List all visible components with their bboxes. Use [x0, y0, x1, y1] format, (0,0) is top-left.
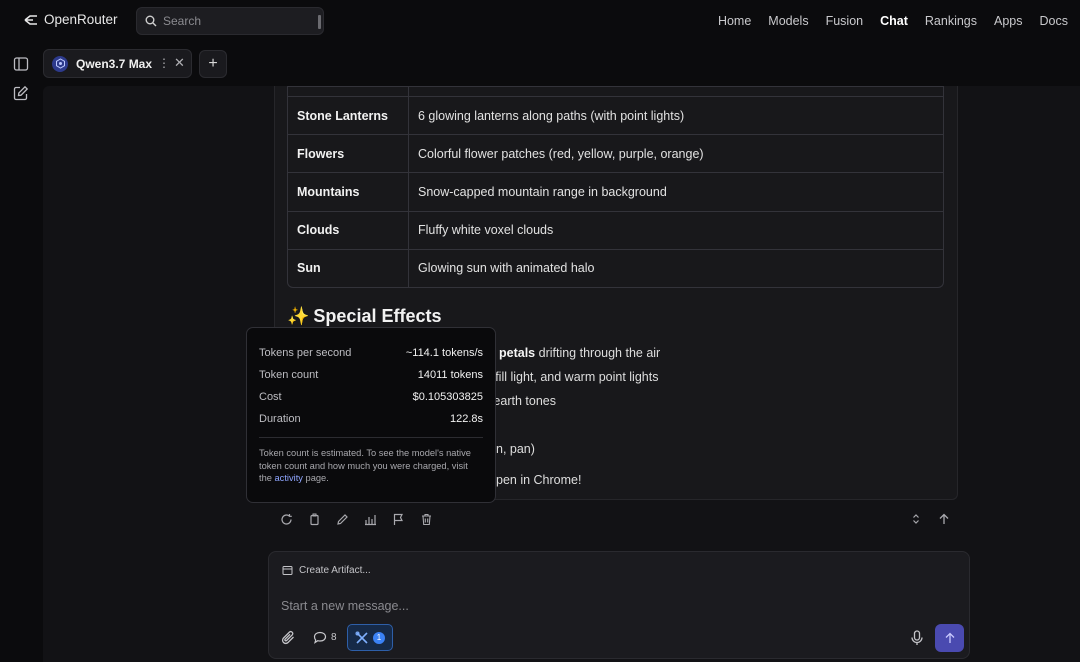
table-value: 6 glowing lanterns along paths (with poi… — [409, 96, 943, 134]
effect-line: n, pan) — [496, 442, 535, 456]
create-artifact-button[interactable]: Create Artifact... — [282, 565, 371, 576]
effect-bold: petals — [499, 346, 536, 360]
generation-stats-tooltip: Tokens per second ~114.1 tokens/s Token c… — [246, 327, 496, 503]
message-actions — [278, 511, 434, 527]
openrouter-logo-icon — [24, 14, 37, 25]
close-tab-icon[interactable]: ✕ — [174, 55, 185, 71]
feature-table: Stone Lanterns 6 glowing lanterns along p… — [287, 86, 944, 288]
new-chat-icon[interactable] — [13, 85, 29, 101]
section-heading: ✨ Special Effects — [287, 306, 441, 327]
tab-model[interactable]: Qwen3.7 Max ⋮ ✕ — [43, 49, 192, 78]
send-button[interactable] — [935, 624, 964, 652]
artifact-icon — [282, 566, 293, 575]
table-value: Snow-capped mountain range in background — [409, 172, 943, 210]
main-nav: Home Models Fusion Chat Rankings Apps Do… — [718, 0, 1068, 42]
nav-chat[interactable]: Chat — [880, 14, 908, 28]
table-row: Clouds Fluffy white voxel clouds — [288, 210, 943, 249]
table-key: Stone Lanterns — [288, 96, 409, 135]
table-row — [288, 86, 943, 96]
table-key: Flowers — [288, 134, 409, 173]
message-input[interactable] — [281, 596, 881, 616]
expand-collapse-icon[interactable] — [908, 511, 924, 527]
flag-icon[interactable] — [390, 511, 406, 527]
top-bar: OpenRouter Home Models Fusion Chat Ranki… — [0, 0, 1080, 42]
table-row: Mountains Snow-capped mountain range in b… — [288, 172, 943, 211]
activity-link[interactable]: activity — [275, 473, 303, 483]
stat-row: Cost $0.105303825 — [259, 391, 483, 403]
table-row: Sun Glowing sun with animated halo — [288, 248, 943, 287]
tools-button[interactable]: 1 — [347, 624, 393, 651]
nav-rankings[interactable]: Rankings — [925, 14, 977, 28]
microphone-icon[interactable] — [910, 630, 924, 646]
tools-icon — [355, 631, 368, 644]
copy-icon[interactable] — [306, 511, 322, 527]
table-key: Clouds — [288, 210, 409, 249]
edit-icon[interactable] — [334, 511, 350, 527]
table-value: Fluffy white voxel clouds — [409, 210, 943, 249]
attach-icon[interactable] — [281, 630, 296, 645]
nav-docs[interactable]: Docs — [1040, 14, 1068, 28]
tab-menu-icon[interactable]: ⋮ — [158, 56, 170, 70]
nav-home[interactable]: Home — [718, 14, 751, 28]
table-value: Glowing sun with animated halo — [409, 248, 943, 287]
section-heading-text: Special Effects — [313, 306, 442, 326]
search-shortcut-indicator — [318, 15, 321, 29]
model-avatar — [52, 55, 68, 72]
table-value: Colorful flower patches (red, yellow, pu… — [409, 134, 943, 172]
chat-bubble-icon — [313, 631, 327, 644]
table-key: Sun — [288, 248, 409, 287]
search-icon — [145, 15, 157, 27]
nav-apps[interactable]: Apps — [994, 14, 1023, 28]
effect-line: pen in Chrome! — [496, 473, 582, 487]
search-input[interactable] — [163, 14, 313, 28]
effect-line: petals drifting through the air — [499, 346, 661, 360]
tooltip-divider — [259, 437, 483, 438]
search-box[interactable] — [136, 7, 324, 35]
arrow-up-icon — [945, 632, 954, 643]
sidebar-toggle-icon[interactable] — [13, 56, 29, 72]
brand-name: OpenRouter — [44, 12, 118, 27]
table-key: Mountains — [288, 172, 409, 211]
nav-models[interactable]: Models — [768, 14, 808, 28]
tools-badge: 1 — [373, 631, 385, 644]
stat-row: Tokens per second ~114.1 tokens/s — [259, 347, 483, 359]
scroll-actions — [908, 511, 952, 527]
stats-icon[interactable] — [362, 511, 378, 527]
tab-model-name: Qwen3.7 Max — [76, 56, 153, 71]
scroll-top-icon[interactable] — [936, 511, 952, 527]
stat-row: Duration 122.8s — [259, 413, 483, 425]
add-tab-button[interactable]: + — [199, 50, 227, 78]
effect-line: s, fill light, and warm point lights — [482, 370, 659, 384]
nav-fusion[interactable]: Fusion — [826, 14, 864, 28]
stat-row: Token count 14011 tokens — [259, 369, 483, 381]
delete-icon[interactable] — [418, 511, 434, 527]
table-row: Flowers Colorful flower patches (red, yel… — [288, 134, 943, 173]
chat-count-button[interactable]: 8 — [313, 631, 337, 644]
table-row: Stone Lanterns 6 glowing lanterns along p… — [288, 96, 943, 135]
sparkles-icon: ✨ — [287, 306, 310, 326]
tooltip-note: Token count is estimated. To see the mod… — [259, 448, 471, 483]
brand-logo[interactable]: OpenRouter — [24, 12, 118, 27]
qwen-logo-icon — [55, 58, 65, 69]
regenerate-icon[interactable] — [278, 511, 294, 527]
